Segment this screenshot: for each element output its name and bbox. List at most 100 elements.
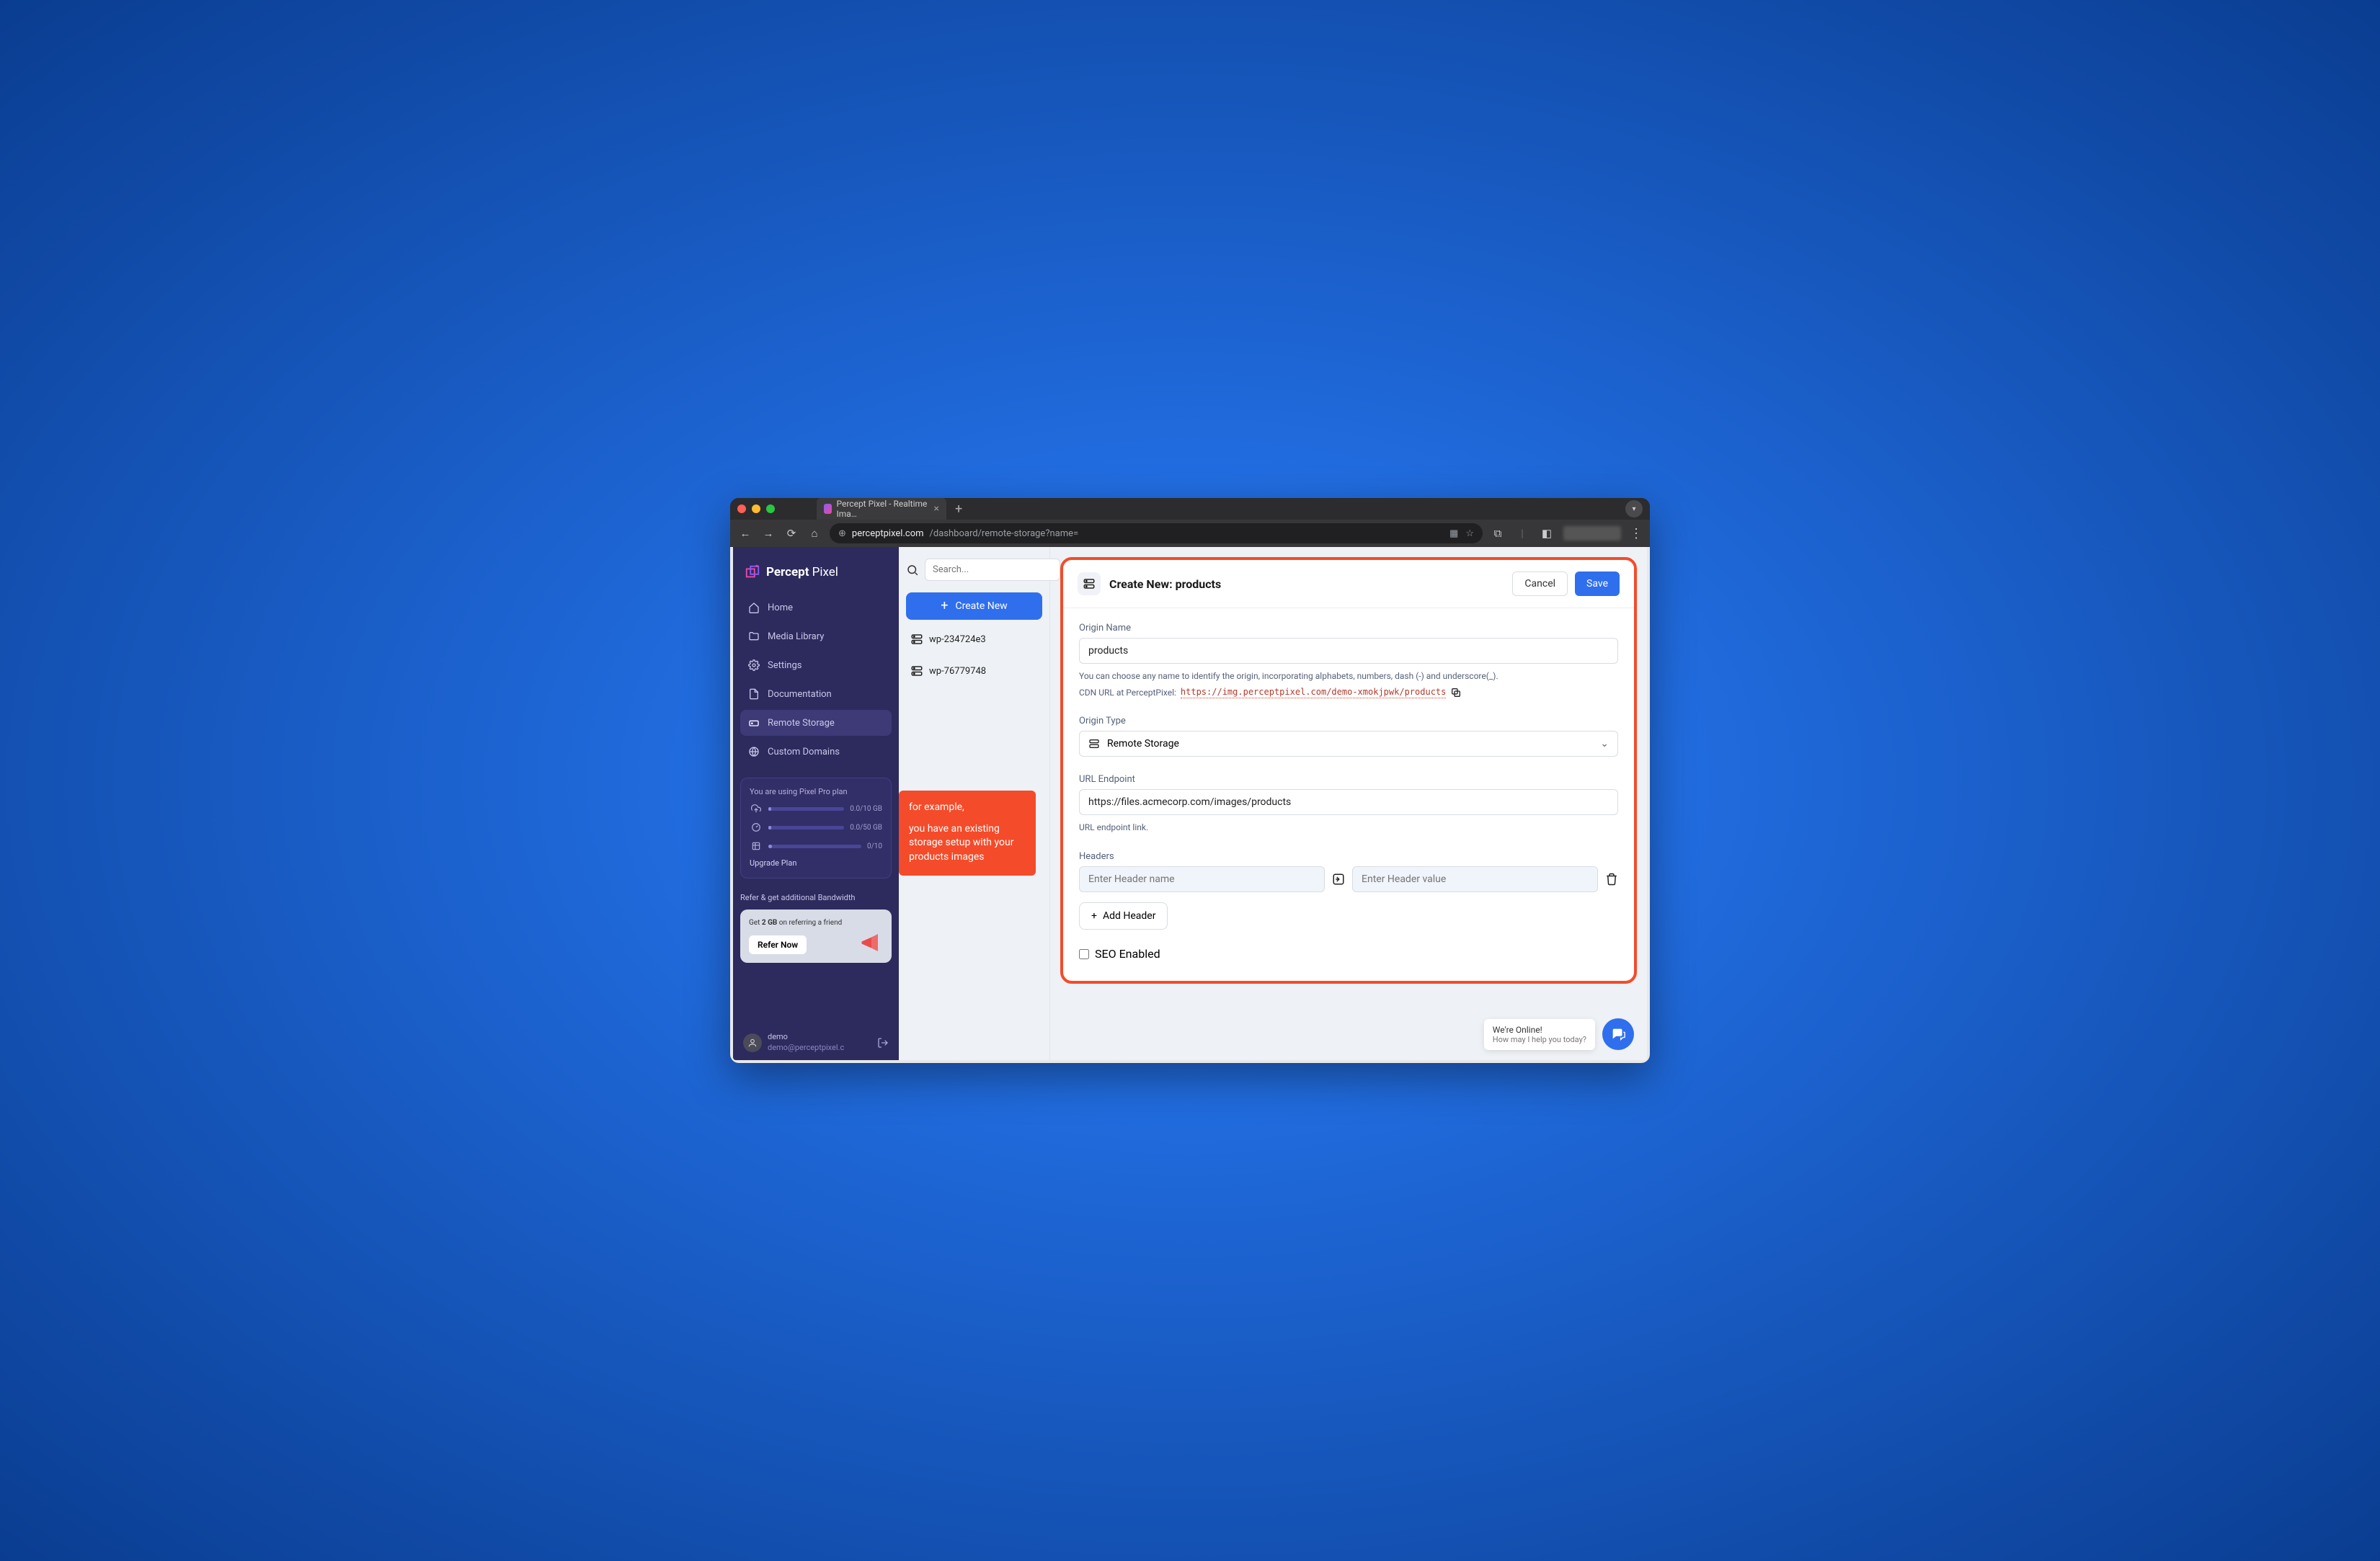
new-tab-button[interactable]: +: [951, 502, 967, 517]
sidebar-item-label: Media Library: [768, 631, 824, 642]
storage-item-label: wp-76779748: [929, 666, 986, 677]
browser-tab[interactable]: Percept Pixel - Realtime Ima… ×: [817, 498, 946, 520]
url-endpoint-label: URL Endpoint: [1079, 774, 1618, 785]
url-endpoint-input[interactable]: [1079, 789, 1618, 815]
chat-line2: How may I help you today?: [1493, 1035, 1586, 1044]
gear-icon: [747, 659, 760, 672]
tab-favicon: [824, 504, 832, 514]
extensions-icon[interactable]: ⧉: [1490, 527, 1506, 540]
plan-card: You are using Pixel Pro plan 0.0/10 GB 0…: [740, 778, 892, 879]
refer-block: Refer & get additional Bandwidth Get 2 G…: [740, 893, 892, 963]
profile-chip[interactable]: [1563, 526, 1621, 541]
headers-label: Headers: [1079, 851, 1618, 862]
forward-icon[interactable]: →: [760, 527, 776, 540]
copy-icon[interactable]: [1450, 687, 1462, 698]
origin-name-input[interactable]: [1079, 638, 1618, 664]
user-row[interactable]: demo demo@perceptpixel.c: [740, 1026, 892, 1053]
refer-text: Get 2 GB on referring a friend: [749, 918, 883, 928]
url-endpoint-field: URL Endpoint URL endpoint link.: [1079, 774, 1618, 834]
browser-window: Percept Pixel - Realtime Ima… × + ▾ ← → …: [730, 498, 1650, 1063]
megaphone-icon: [858, 930, 884, 956]
storage-list-item[interactable]: wp-234724e3: [906, 627, 1042, 651]
user-meta: demo demo@perceptpixel.c: [768, 1032, 844, 1053]
drive-icon: [747, 716, 760, 729]
window-zoom-dot[interactable]: [766, 504, 775, 513]
reload-icon[interactable]: ⟳: [783, 527, 799, 540]
sidebar-item-media-library[interactable]: Media Library: [740, 623, 892, 649]
window-minimize-dot[interactable]: [752, 504, 760, 513]
folder-icon: [747, 630, 760, 643]
origin-name-label: Origin Name: [1079, 623, 1618, 633]
sidebar-item-label: Remote Storage: [768, 718, 835, 729]
form-body: Origin Name You can choose any name to i…: [1063, 608, 1634, 981]
trash-icon[interactable]: [1605, 873, 1618, 886]
origin-type-select[interactable]: Remote Storage ⌄: [1079, 731, 1618, 757]
sidepanel-icon[interactable]: ◧: [1539, 527, 1555, 540]
header-name-input[interactable]: [1079, 866, 1325, 892]
seo-enabled-field: SEO Enabled: [1079, 947, 1618, 961]
brand-logo-icon: [745, 564, 760, 580]
cancel-button[interactable]: Cancel: [1512, 572, 1568, 596]
usage-value: 0/10: [867, 842, 882, 850]
site-settings-icon[interactable]: ⊕: [838, 528, 846, 539]
window-close-dot[interactable]: [737, 504, 746, 513]
tab-close-icon[interactable]: ×: [934, 503, 939, 515]
usage-value: 0.0/10 GB: [850, 805, 882, 813]
sidebar-item-remote-storage[interactable]: Remote Storage: [740, 710, 892, 736]
usage-bar: [768, 807, 844, 811]
cdn-url-label: CDN URL at PerceptPixel:: [1079, 688, 1176, 698]
logout-icon[interactable]: [877, 1037, 889, 1049]
refer-title: Refer & get additional Bandwidth: [740, 893, 892, 902]
chevron-down-icon: ⌄: [1600, 738, 1609, 750]
sidebar-item-settings[interactable]: Settings: [740, 652, 892, 678]
server-icon: [1088, 738, 1100, 750]
create-new-button[interactable]: + Create New: [906, 592, 1042, 620]
brand[interactable]: Percept Pixel: [740, 560, 892, 592]
header-value-input[interactable]: [1352, 866, 1598, 892]
plus-icon: +: [1091, 910, 1097, 922]
sidebar-item-label: Documentation: [768, 689, 832, 700]
tab-strip: Percept Pixel - Realtime Ima… × +: [817, 498, 1620, 520]
callout-line2: you have an existing storage setup with …: [909, 822, 1026, 865]
plan-line: You are using Pixel Pro plan: [750, 787, 882, 796]
sidebar-item-home[interactable]: Home: [740, 595, 892, 621]
create-new-label: Create New: [956, 600, 1008, 612]
home-icon[interactable]: ⌂: [807, 527, 822, 540]
storage-list-panel: + Create New wp-234724e3 wp-76779748 for…: [899, 547, 1050, 1060]
save-button[interactable]: Save: [1575, 572, 1620, 596]
usage-bar: [768, 826, 844, 830]
add-header-button[interactable]: + Add Header: [1079, 902, 1168, 930]
search-icon: [906, 564, 919, 577]
origin-type-field: Origin Type Remote Storage ⌄: [1079, 716, 1618, 757]
chat-icon[interactable]: [1602, 1018, 1634, 1050]
refer-now-button[interactable]: Refer Now: [749, 935, 807, 954]
upgrade-plan-link[interactable]: Upgrade Plan: [750, 858, 882, 868]
sidebar-item-custom-domains[interactable]: Custom Domains: [740, 739, 892, 765]
callout-line1: for example,: [909, 801, 1026, 815]
add-header-label: Add Header: [1103, 910, 1156, 922]
seo-enabled-checkbox[interactable]: [1079, 949, 1089, 959]
headers-field: Headers + Add Header: [1079, 851, 1618, 930]
tab-title: Percept Pixel - Realtime Ima…: [836, 499, 929, 519]
menu-icon[interactable]: ⋮: [1630, 526, 1643, 541]
storage-item-label: wp-234724e3: [929, 634, 986, 645]
origin-type-label: Origin Type: [1079, 716, 1618, 726]
search-input[interactable]: [925, 559, 1060, 581]
chat-popover[interactable]: We're Online! How may I help you today?: [1484, 1019, 1595, 1050]
brand-text: Percept Pixel: [766, 565, 838, 579]
page-viewport: Percept Pixel Home Media Library Setting…: [730, 547, 1650, 1063]
url-bar[interactable]: ⊕ perceptpixel.com/dashboard/remote-stor…: [830, 523, 1483, 543]
refer-card: Get 2 GB on referring a friend Refer Now: [740, 910, 892, 963]
back-icon[interactable]: ←: [737, 527, 753, 540]
sidebar-item-label: Home: [768, 602, 793, 613]
tabs-dropdown-button[interactable]: ▾: [1625, 500, 1643, 517]
sidebar-item-documentation[interactable]: Documentation: [740, 681, 892, 707]
bookmark-icon[interactable]: ☆: [1465, 528, 1474, 539]
sidebar-item-label: Custom Domains: [768, 747, 840, 757]
url-badge-icon[interactable]: ▦: [1449, 528, 1458, 539]
user-email: demo@perceptpixel.c: [768, 1043, 844, 1053]
transform-icon: [750, 840, 763, 853]
toolbar-right: ⧉ | ◧ ⋮: [1490, 526, 1643, 541]
storage-list-item[interactable]: wp-76779748: [906, 659, 1042, 683]
annotation-callout: for example, you have an existing storag…: [899, 791, 1036, 876]
